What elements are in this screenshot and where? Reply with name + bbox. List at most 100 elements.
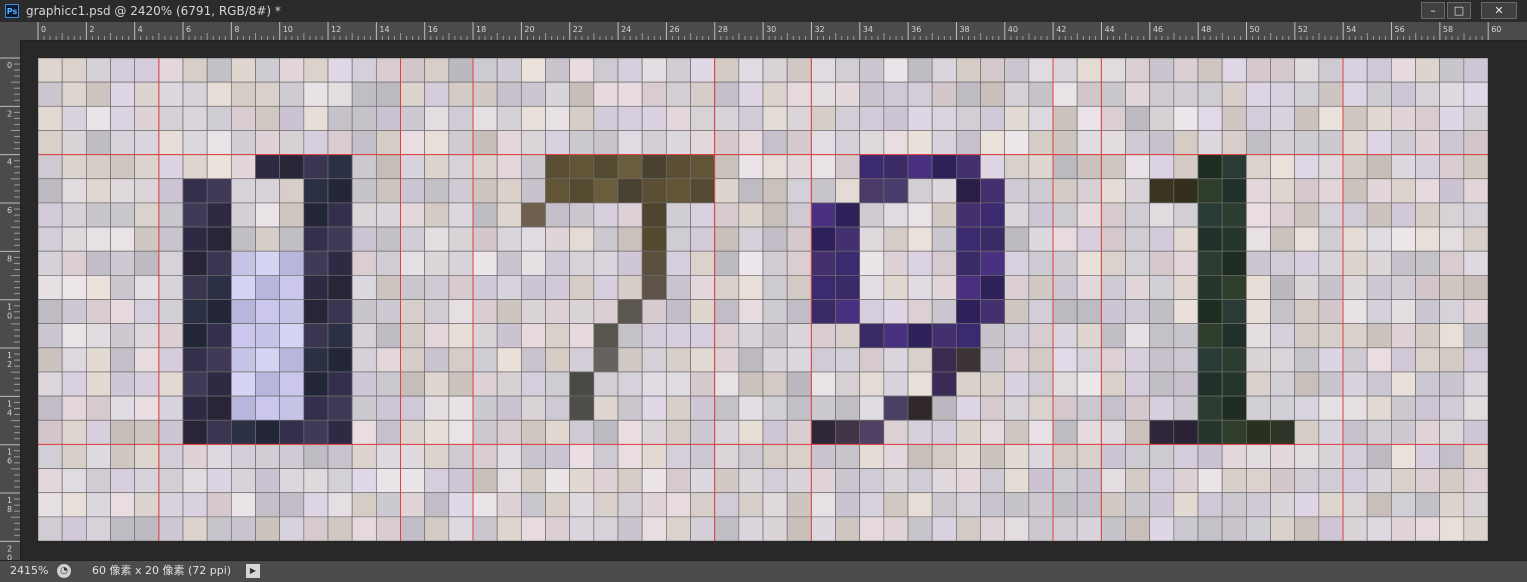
ruler-tick-label: 38 [959,25,969,34]
canvas-pixel [1028,226,1054,252]
canvas-pixel [1197,444,1223,469]
canvas-pixel [835,105,861,131]
canvas-pixel [907,444,933,469]
canvas-pixel [61,81,87,107]
canvas-pixel [593,202,619,228]
canvas-pixel [1415,347,1441,373]
canvas-pixel [1149,371,1175,397]
canvas-pixel [1125,81,1151,107]
maximize-button[interactable]: □ [1447,2,1471,19]
canvas-pixel [1294,468,1320,494]
canvas-pixel [883,419,909,445]
canvas-pixel [230,371,256,397]
canvas-pixel [907,371,933,397]
canvas-pixel [61,299,87,324]
canvas-pixel [569,371,595,397]
canvas-pixel [1270,58,1296,83]
canvas-pixel [496,130,522,155]
canvas-pixel [1342,323,1368,349]
canvas-pixel [303,154,329,180]
canvas-pixel [545,395,571,421]
canvas-pixel [38,371,63,397]
canvas-pixel [738,371,764,397]
canvas-pixel [714,275,740,300]
canvas-pixel [665,516,691,541]
canvas-pixel [883,105,909,131]
canvas-pixel [1197,178,1223,204]
canvas-pixel [472,371,498,397]
canvas-pixel [931,468,957,494]
canvas-pixel [424,275,450,300]
canvas-pixel [1173,323,1199,349]
document-status-icon[interactable]: ◔ [57,564,71,578]
canvas-pixel [327,275,353,300]
canvas-pixel [1076,275,1102,300]
canvas-pixel [1415,371,1441,397]
horizontal-ruler[interactable]: 0 2 4 6 8 10 12 14 16 18 20 22 24 26 28 30 32 34 36 38 40 42 4… [20,22,1527,41]
canvas-pixel [810,154,836,180]
canvas-pixel [303,419,329,445]
canvas-pixel [351,299,377,324]
close-button[interactable]: ✕ [1481,2,1517,19]
canvas-pixel [134,419,160,445]
canvas-pixel [1366,105,1392,131]
canvas-pixel [1004,492,1030,518]
canvas-pixel [1318,154,1344,180]
pixel-canvas[interactable] [38,58,1488,541]
canvas-pixel [762,226,788,252]
canvas-pixel [593,516,619,541]
canvas-pixel [1197,468,1223,494]
canvas-pixel [1173,250,1199,276]
canvas-pixel [110,202,136,228]
canvas-pixel [1004,371,1030,397]
canvas-pixel [545,371,571,397]
canvas-pixel [665,419,691,445]
canvas-pixel [786,105,812,131]
zoom-level[interactable]: 2415% [0,563,50,579]
canvas-pixel [593,371,619,397]
canvas-pixel [810,130,836,155]
canvas-pixel [1245,444,1271,469]
vertical-ruler[interactable]: 02468101214161820 [0,40,21,560]
canvas-pixel [1052,202,1078,228]
ruler-tick-label: 54 [1346,25,1356,34]
canvas-pixel [690,323,716,349]
ruler-tick-label: 0 [41,25,46,34]
canvas-pixel [85,178,111,204]
canvas-pixel [1052,395,1078,421]
canvas-pixel [351,395,377,421]
canvas-pixel [448,299,474,324]
canvas-pixel [206,130,232,155]
canvas-pixel [110,226,136,252]
canvas-pixel [400,105,426,131]
canvas-pixel [1415,226,1441,252]
canvas-pixel [85,250,111,276]
canvas-pixel [520,226,546,252]
canvas-pixel [883,130,909,155]
canvas-pixel [279,395,305,421]
canvas-pixel [1100,178,1126,204]
canvas-pixel [1366,347,1392,373]
canvas-pixel [690,371,716,397]
canvas-pixel [230,468,256,494]
canvas-pixel [980,371,1006,397]
canvas-pixel [762,130,788,155]
canvas-pixel [472,468,498,494]
play-arrow-icon[interactable]: ▶ [246,564,260,578]
ruler-origin[interactable] [0,22,21,41]
canvas-pixel [545,516,571,541]
canvas-pixel [520,468,546,494]
canvas-pixel [134,226,160,252]
canvas-pixel [448,58,474,83]
canvas-pixel [110,299,136,324]
canvas-pixel [424,105,450,131]
canvas-pixel [1270,275,1296,300]
minimize-button[interactable]: – [1421,2,1445,19]
canvas-pixel [400,468,426,494]
canvas-pixel [424,371,450,397]
canvas-pixel [1463,275,1488,300]
canvas-pixel [907,105,933,131]
canvas-pixel [883,347,909,373]
canvas-pixel [375,202,401,228]
canvas-pixel [1197,105,1223,131]
